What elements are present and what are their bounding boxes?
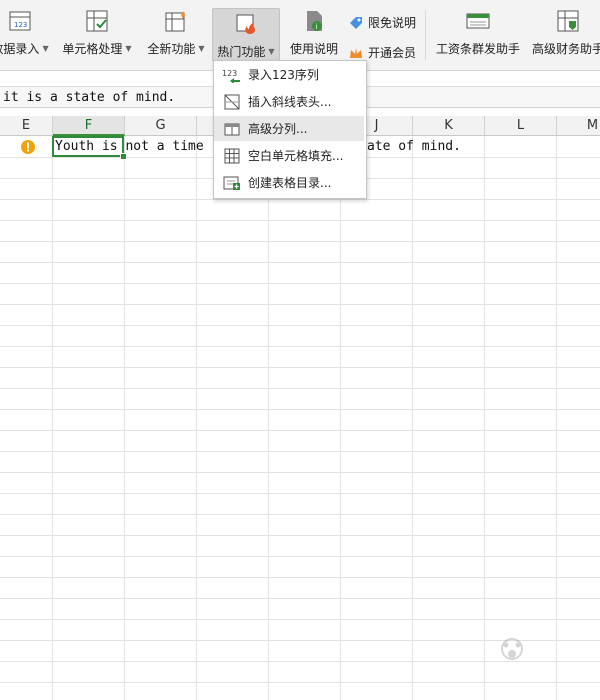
open-vip-button[interactable]: 开通会员: [348, 44, 416, 61]
data-entry-button[interactable]: 123 数据录入▼: [0, 6, 49, 62]
payroll-label: 工资条群发助手: [435, 42, 520, 56]
column-header-l[interactable]: L: [485, 116, 557, 136]
payroll-icon: [465, 8, 491, 34]
split-column-icon: [221, 120, 243, 138]
hot-features-label: 热门功能: [217, 45, 266, 59]
menu-item-advanced-split[interactable]: 高级分列...: [214, 116, 364, 141]
menu-item-label: 插入斜线表头...: [248, 95, 332, 109]
menu-item-label: 高级分列...: [248, 122, 308, 136]
hot-features-icon: [233, 11, 259, 37]
finance-button[interactable]: 高级财务助手: [528, 6, 600, 62]
finance-icon: [555, 8, 581, 34]
watermark-logo: [460, 635, 570, 675]
usage-guide-label: 使用说明: [289, 42, 338, 56]
new-features-icon: [163, 8, 189, 34]
cell-process-button[interactable]: 单元格处理 ▼: [62, 6, 132, 62]
disclaimer-label: 限免说明: [368, 16, 417, 30]
ribbon-separator: [425, 10, 426, 60]
menu-item-diagonal-header[interactable]: 插入斜线表头...: [214, 89, 364, 114]
finance-label: 高级财务助手: [531, 42, 600, 56]
menu-item-label: 空白单元格填充...: [248, 149, 344, 163]
column-header-f[interactable]: F: [53, 116, 125, 136]
crown-icon: [348, 45, 364, 61]
cell-j1-text: ate of mind.: [367, 139, 461, 154]
new-features-label: 全新功能: [147, 42, 196, 56]
data-entry-icon: 123: [7, 8, 33, 34]
menu-item-number-sequence[interactable]: 123 录入123序列: [214, 62, 364, 87]
menu-item-sheet-directory[interactable]: 创建表格目录...: [214, 170, 364, 195]
new-features-button[interactable]: 全新功能 ▼: [146, 6, 206, 62]
svg-text:123: 123: [14, 21, 27, 29]
column-header-e[interactable]: E: [0, 116, 53, 136]
menu-item-label: 录入123序列: [248, 68, 319, 82]
usage-guide-button[interactable]: i 使用说明: [288, 6, 340, 62]
menu-item-label: 创建表格目录...: [248, 176, 332, 190]
hot-features-button[interactable]: 热门功能 ▼: [212, 8, 280, 62]
fill-blank-icon: [221, 147, 243, 165]
data-entry-label: 数据录入: [0, 42, 40, 56]
cell-process-icon: [84, 8, 110, 34]
open-vip-label: 开通会员: [368, 46, 417, 60]
diagonal-header-icon: [221, 93, 243, 111]
tag-icon: [348, 15, 364, 31]
payroll-button[interactable]: 工资条群发助手: [434, 6, 522, 62]
sheet-directory-icon: [221, 174, 243, 192]
warning-icon: [21, 140, 35, 154]
cell-f1-text: Youth is not a time: [55, 139, 204, 154]
number-sequence-icon: 123: [221, 66, 243, 84]
svg-text:i: i: [316, 23, 318, 31]
column-header-m[interactable]: M: [557, 116, 600, 136]
disclaimer-button[interactable]: 限免说明: [348, 14, 416, 31]
cell-process-label: 单元格处理: [62, 42, 123, 56]
svg-text:123: 123: [222, 69, 237, 78]
hot-features-menu: 123 录入123序列 插入斜线表头... 高级分列... 空白单元格填充...…: [213, 60, 367, 199]
column-header-g[interactable]: G: [125, 116, 197, 136]
document-info-icon: i: [301, 8, 327, 34]
menu-item-fill-blank[interactable]: 空白单元格填充...: [214, 143, 364, 168]
error-check-button[interactable]: [20, 139, 36, 155]
column-header-k[interactable]: K: [413, 116, 485, 136]
